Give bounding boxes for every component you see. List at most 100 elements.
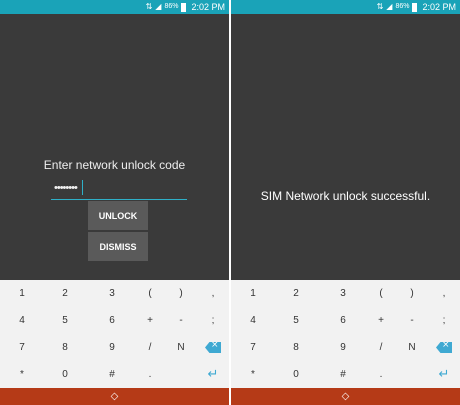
key-label: . bbox=[379, 369, 383, 380]
unlock-screen: ⇅ ◢ 86% 2:02 PM Enter network unlock cod… bbox=[0, 0, 229, 405]
key-label: / bbox=[148, 342, 152, 353]
key-label: ( bbox=[148, 288, 152, 299]
key-label: 7 bbox=[19, 342, 25, 353]
key[interactable]: 1 bbox=[234, 280, 272, 307]
success-message: SIM Network unlock successful. bbox=[260, 189, 431, 203]
nav-bar: ◇ bbox=[0, 388, 229, 405]
key-label: - bbox=[179, 315, 183, 326]
key-label: N bbox=[408, 342, 416, 353]
key[interactable]: 8 bbox=[46, 334, 84, 361]
nav-bar: ◇ bbox=[231, 388, 460, 405]
key-label: , bbox=[211, 288, 215, 299]
key-label: * bbox=[251, 369, 255, 380]
key-label: 1 bbox=[19, 288, 25, 299]
enter-icon: ↵ bbox=[438, 367, 450, 382]
key-backspace[interactable]: × bbox=[425, 334, 460, 361]
key[interactable]: ; bbox=[194, 307, 229, 334]
key[interactable]: 5 bbox=[46, 307, 84, 334]
key-enter[interactable]: ↵ bbox=[194, 361, 229, 388]
success-screen: ⇅ ◢ 86% 2:02 PM SIM Network unlock succe… bbox=[231, 0, 460, 405]
key[interactable]: , bbox=[194, 280, 229, 307]
key[interactable]: 3 bbox=[93, 280, 131, 307]
diamond-icon[interactable]: ◇ bbox=[342, 391, 350, 402]
key-label: 1 bbox=[250, 288, 256, 299]
status-bar: ⇅ ◢ 86% 2:02 PM bbox=[0, 0, 229, 14]
unlock-button[interactable]: UNLOCK bbox=[88, 201, 148, 230]
diamond-icon[interactable]: ◇ bbox=[111, 391, 119, 402]
key-label: 6 bbox=[109, 315, 115, 326]
key[interactable]: 4 bbox=[234, 307, 272, 334]
status-icons: ⇅ ◢ 86% 2:02 PM bbox=[146, 1, 225, 13]
enter-icon: ↵ bbox=[207, 367, 219, 382]
key-label: 2 bbox=[62, 288, 68, 299]
key-label: 3 bbox=[109, 288, 115, 299]
key[interactable]: 8 bbox=[277, 334, 315, 361]
key-label: ; bbox=[442, 315, 446, 326]
key-label: 7 bbox=[250, 342, 256, 353]
key[interactable]: 4 bbox=[3, 307, 41, 334]
key-label: 5 bbox=[293, 315, 299, 326]
numeric-keyboard: 1 2 3 (), 4 5 6 + -; 7 8 9 / N × * 0 #. ↵ bbox=[0, 280, 229, 388]
key-label: ) bbox=[179, 288, 183, 299]
unlock-prompt-label: Enter network unlock code bbox=[43, 158, 186, 172]
dismiss-button[interactable]: DISMISS bbox=[88, 232, 148, 261]
key-enter[interactable]: ↵ bbox=[425, 361, 460, 388]
key[interactable]: 2 bbox=[277, 280, 315, 307]
text-cursor bbox=[82, 180, 83, 195]
key[interactable]: 7 bbox=[3, 334, 41, 361]
battery-icon bbox=[181, 2, 187, 12]
key-label: ; bbox=[211, 315, 215, 326]
key-label: 8 bbox=[293, 342, 299, 353]
key[interactable]: 3 bbox=[324, 280, 362, 307]
key[interactable]: 1 bbox=[3, 280, 41, 307]
key-label: 0 bbox=[293, 369, 299, 380]
status-icons: ⇅ ◢ 86% 2:02 PM bbox=[377, 1, 456, 13]
key[interactable]: , bbox=[425, 280, 460, 307]
key-label: 4 bbox=[19, 315, 25, 326]
sim-icon: ⇅ bbox=[376, 2, 384, 11]
key-label: 3 bbox=[340, 288, 346, 299]
key[interactable]: # bbox=[93, 361, 131, 388]
key-label: - bbox=[410, 315, 414, 326]
status-bar: ⇅ ◢ 86% 2:02 PM bbox=[231, 0, 460, 14]
key[interactable]: 6 bbox=[93, 307, 131, 334]
key-backspace[interactable]: × bbox=[194, 334, 229, 361]
numeric-keyboard: 1 2 3 (), 4 5 6 + -; 7 8 9 / N × * 0 #. ↵ bbox=[231, 280, 460, 388]
key[interactable]: 9 bbox=[93, 334, 131, 361]
key[interactable]: 0 bbox=[46, 361, 84, 388]
signal-icon: ◢ bbox=[155, 2, 162, 11]
key-label: 4 bbox=[250, 315, 256, 326]
key-label: , bbox=[442, 288, 446, 299]
key-label: 8 bbox=[62, 342, 68, 353]
backspace-icon: × bbox=[436, 342, 452, 353]
key-label: ) bbox=[410, 288, 414, 299]
unlock-dialog-area: Enter network unlock code •••••••• UNLOC… bbox=[0, 14, 229, 280]
key[interactable]: 0 bbox=[277, 361, 315, 388]
sim-icon: ⇅ bbox=[145, 2, 153, 11]
unlock-code-input[interactable]: •••••••• bbox=[51, 178, 187, 200]
key-label: ( bbox=[379, 288, 383, 299]
key[interactable]: * bbox=[234, 361, 272, 388]
key-label: + bbox=[378, 315, 384, 326]
key-label: N bbox=[177, 342, 185, 353]
key[interactable]: ; bbox=[425, 307, 460, 334]
key-label: . bbox=[148, 369, 152, 380]
key[interactable]: 6 bbox=[324, 307, 362, 334]
status-time: 2:02 PM bbox=[191, 2, 225, 12]
battery-percent: 86% bbox=[164, 3, 179, 10]
key-label: / bbox=[379, 342, 383, 353]
key-label: 2 bbox=[293, 288, 299, 299]
key[interactable]: 2 bbox=[46, 280, 84, 307]
key-label: 6 bbox=[340, 315, 346, 326]
key-label: + bbox=[147, 315, 153, 326]
key[interactable]: 7 bbox=[234, 334, 272, 361]
success-message-area: SIM Network unlock successful. bbox=[231, 14, 460, 280]
key[interactable]: # bbox=[324, 361, 362, 388]
key-label: # bbox=[340, 369, 346, 380]
unlock-code-value: •••••••• bbox=[54, 182, 78, 194]
key[interactable]: 5 bbox=[277, 307, 315, 334]
key-label: 9 bbox=[340, 342, 346, 353]
key[interactable]: * bbox=[3, 361, 41, 388]
key-label: 5 bbox=[62, 315, 68, 326]
key[interactable]: 9 bbox=[324, 334, 362, 361]
